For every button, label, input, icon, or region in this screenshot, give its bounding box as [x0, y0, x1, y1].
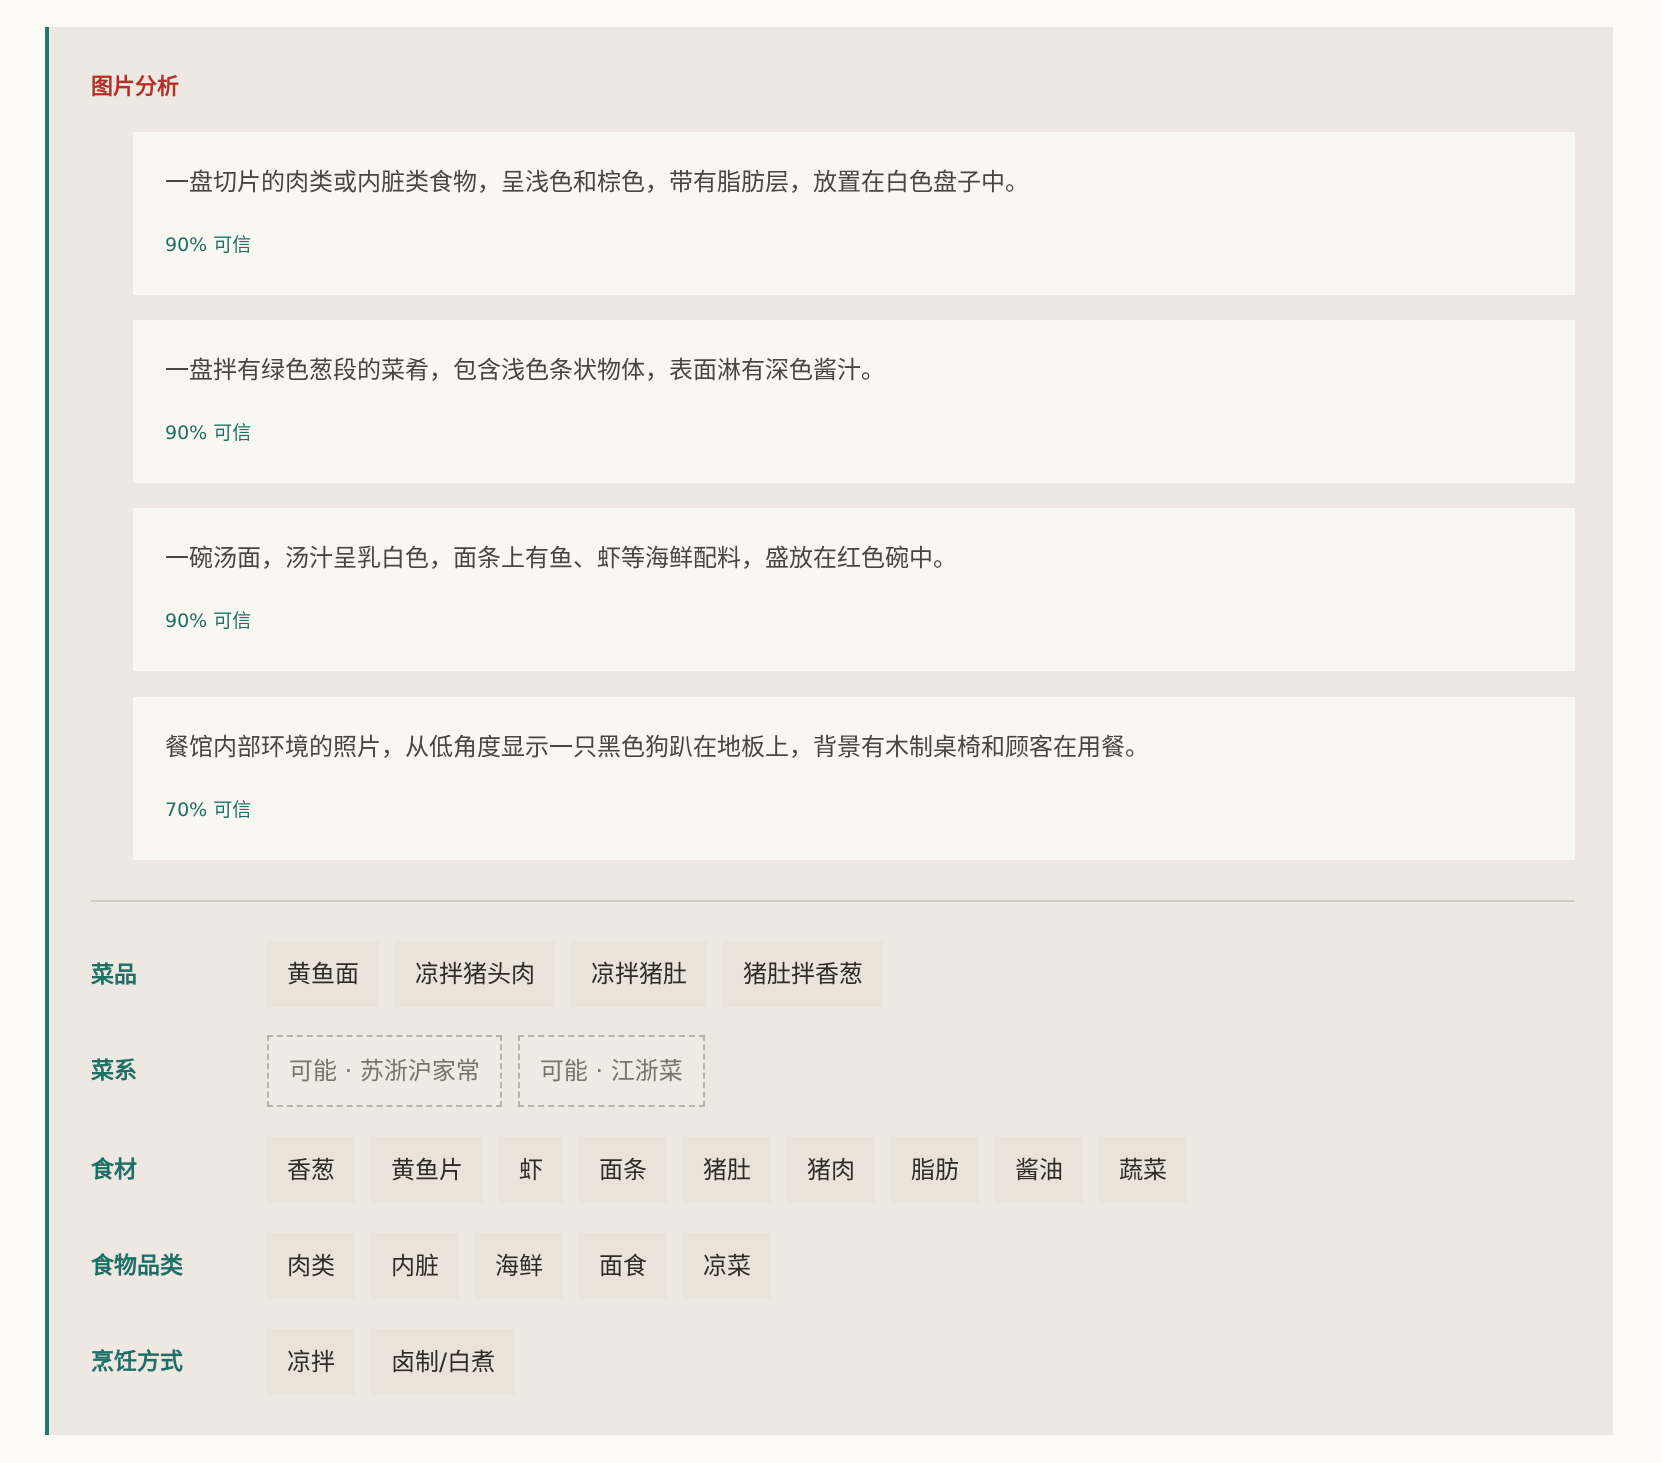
confidence-label: 90% 可信: [165, 234, 252, 256]
cuisine-tag[interactable]: 可能 · 江浙菜: [517, 1035, 705, 1107]
dishes-label: 菜品: [91, 962, 137, 988]
ingredients-label: 食材: [91, 1157, 137, 1183]
analysis-card: 餐馆内部环境的照片，从低角度显示一只黑色狗趴在地板上，背景有木制桌椅和顾客在用餐…: [133, 697, 1575, 860]
category-tag[interactable]: 肉类: [267, 1233, 355, 1299]
methods-label: 烹饪方式: [91, 1349, 183, 1375]
dishes-tags: 黄鱼面 凉拌猪头肉 凉拌猪肚 猪肚拌香葱: [267, 941, 883, 1007]
ingredient-tag[interactable]: 虾: [499, 1137, 563, 1203]
divider: [91, 900, 1575, 902]
category-tag[interactable]: 内脏: [371, 1233, 459, 1299]
dish-tag[interactable]: 凉拌猪肚: [571, 941, 707, 1007]
categories-tags: 肉类 内脏 海鲜 面食 凉菜: [267, 1233, 771, 1299]
dish-tag[interactable]: 黄鱼面: [267, 941, 379, 1007]
dish-tag[interactable]: 凉拌猪头肉: [395, 941, 555, 1007]
section-title: 图片分析: [91, 75, 180, 100]
methods-tags: 凉拌 卤制/白煮: [267, 1329, 516, 1395]
category-tag[interactable]: 面食: [579, 1233, 667, 1299]
categories-label: 食物品类: [91, 1253, 183, 1279]
ingredient-tag[interactable]: 脂肪: [891, 1137, 979, 1203]
dish-tag[interactable]: 猪肚拌香葱: [723, 941, 883, 1007]
category-tag[interactable]: 凉菜: [683, 1233, 771, 1299]
ingredient-tag[interactable]: 香葱: [267, 1137, 355, 1203]
confidence-label: 90% 可信: [165, 422, 252, 444]
method-tag[interactable]: 凉拌: [267, 1329, 355, 1395]
card-description: 一盘切片的肉类或内脏类食物，呈浅色和棕色，带有脂肪层，放置在白色盘子中。: [165, 168, 1029, 196]
ingredient-tag[interactable]: 酱油: [995, 1137, 1083, 1203]
ingredients-tags: 香葱 黄鱼片 虾 面条 猪肚 猪肉 脂肪 酱油 蔬菜: [267, 1137, 1187, 1203]
card-description: 餐馆内部环境的照片，从低角度显示一只黑色狗趴在地板上，背景有木制桌椅和顾客在用餐…: [165, 733, 1149, 761]
analysis-card: 一盘拌有绿色葱段的菜肴，包含浅色条状物体，表面淋有深色酱汁。 90% 可信: [133, 320, 1575, 483]
confidence-label: 90% 可信: [165, 610, 252, 632]
ingredient-tag[interactable]: 猪肚: [683, 1137, 771, 1203]
category-tag[interactable]: 海鲜: [475, 1233, 563, 1299]
image-analysis-panel: 图片分析 一盘切片的肉类或内脏类食物，呈浅色和棕色，带有脂肪层，放置在白色盘子中…: [45, 27, 1613, 1435]
ingredient-tag[interactable]: 黄鱼片: [371, 1137, 483, 1203]
ingredient-tag[interactable]: 蔬菜: [1099, 1137, 1187, 1203]
method-tag[interactable]: 卤制/白煮: [371, 1329, 516, 1395]
cuisine-tags: 可能 · 苏浙沪家常 可能 · 江浙菜: [267, 1035, 705, 1107]
analysis-card: 一盘切片的肉类或内脏类食物，呈浅色和棕色，带有脂肪层，放置在白色盘子中。 90%…: [133, 132, 1575, 295]
ingredient-tag[interactable]: 面条: [579, 1137, 667, 1203]
confidence-label: 70% 可信: [165, 799, 252, 821]
analysis-card: 一碗汤面，汤汁呈乳白色，面条上有鱼、虾等海鲜配料，盛放在红色碗中。 90% 可信: [133, 508, 1575, 671]
ingredient-tag[interactable]: 猪肉: [787, 1137, 875, 1203]
cuisine-label: 菜系: [91, 1058, 137, 1084]
cuisine-tag[interactable]: 可能 · 苏浙沪家常: [267, 1035, 502, 1107]
card-description: 一碗汤面，汤汁呈乳白色，面条上有鱼、虾等海鲜配料，盛放在红色碗中。: [165, 544, 957, 572]
card-description: 一盘拌有绿色葱段的菜肴，包含浅色条状物体，表面淋有深色酱汁。: [165, 356, 885, 384]
